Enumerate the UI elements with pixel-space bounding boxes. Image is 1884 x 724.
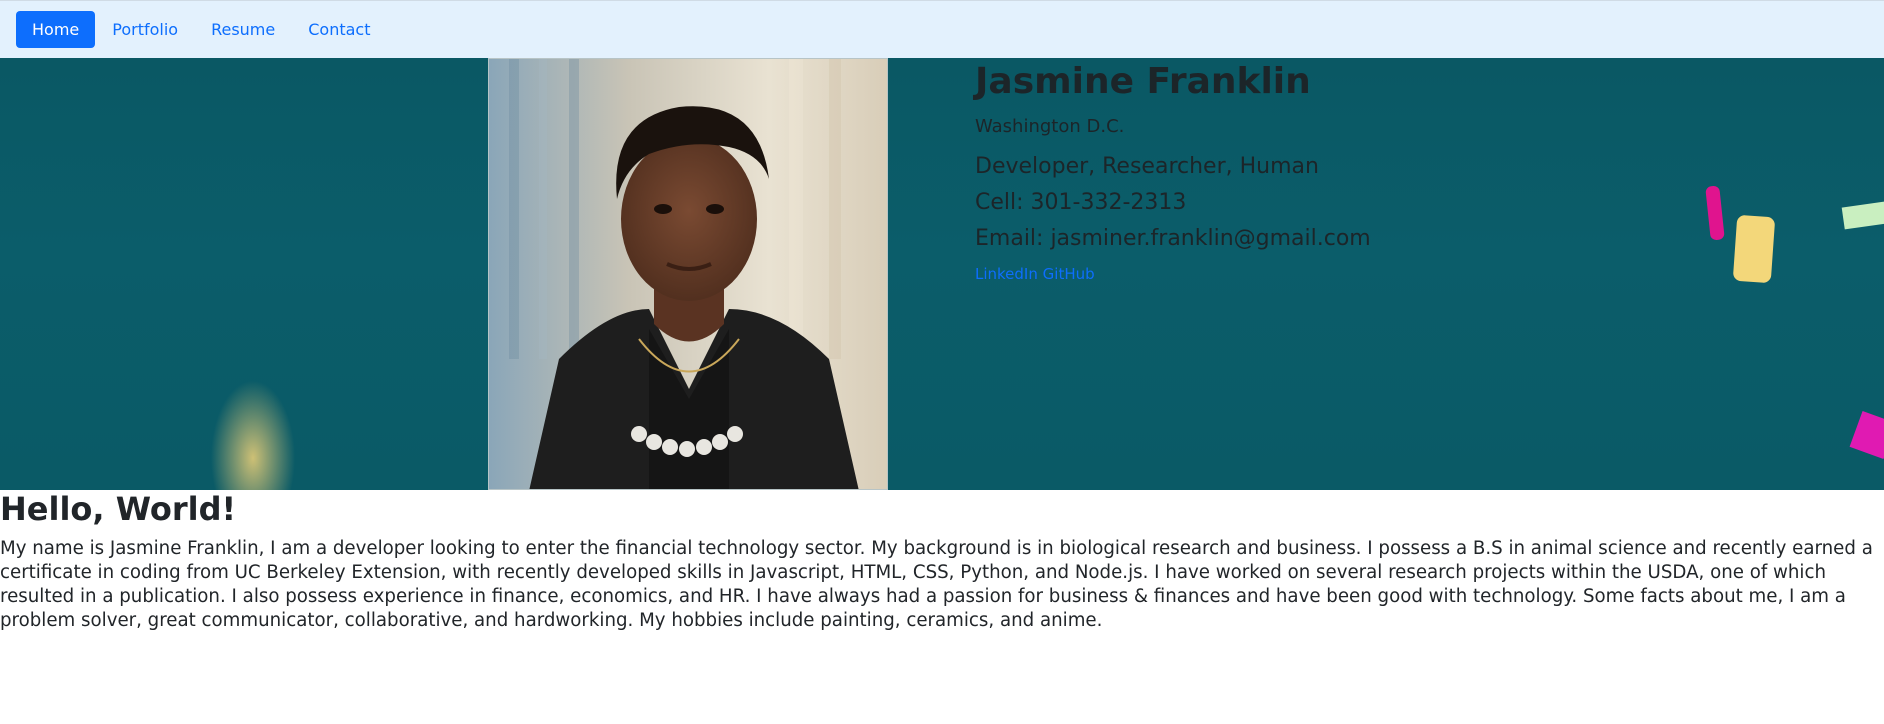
nav-contact-link[interactable]: Contact	[292, 11, 386, 48]
profile-cell: Cell: 301-332-2313	[975, 190, 1187, 215]
profile-photo	[488, 58, 888, 490]
social-links: LinkedIn GitHub	[975, 265, 1095, 283]
nav-home-link[interactable]: Home	[16, 11, 96, 48]
about-heading: Hello, World!	[0, 490, 237, 528]
top-navbar: Home Portfolio Resume Contact	[0, 0, 1884, 58]
confetti-decoration	[1732, 214, 1776, 284]
hero-banner: Jasmine Franklin Washington D.C. Develop…	[0, 58, 1884, 490]
nav-resume-link[interactable]: Resume	[195, 11, 291, 48]
about-body: My name is Jasmine Franklin, I am a deve…	[0, 538, 1873, 631]
profile-email: Email: jasminer.franklin@gmail.com	[975, 226, 1371, 251]
confetti-decoration	[1849, 410, 1884, 460]
confetti-decoration	[1841, 200, 1884, 230]
about-section: Hello, World! My name is Jasmine Frankli…	[0, 490, 1884, 724]
github-link[interactable]: GitHub	[1043, 265, 1095, 283]
profile-name: Jasmine Franklin	[975, 61, 1311, 102]
profile-location: Washington D.C.	[975, 116, 1125, 137]
linkedin-link[interactable]: LinkedIn	[975, 265, 1038, 283]
confetti-decoration	[1705, 185, 1725, 241]
profile-roles: Developer, Researcher, Human	[975, 154, 1319, 179]
nav-portfolio-link[interactable]: Portfolio	[96, 11, 194, 48]
